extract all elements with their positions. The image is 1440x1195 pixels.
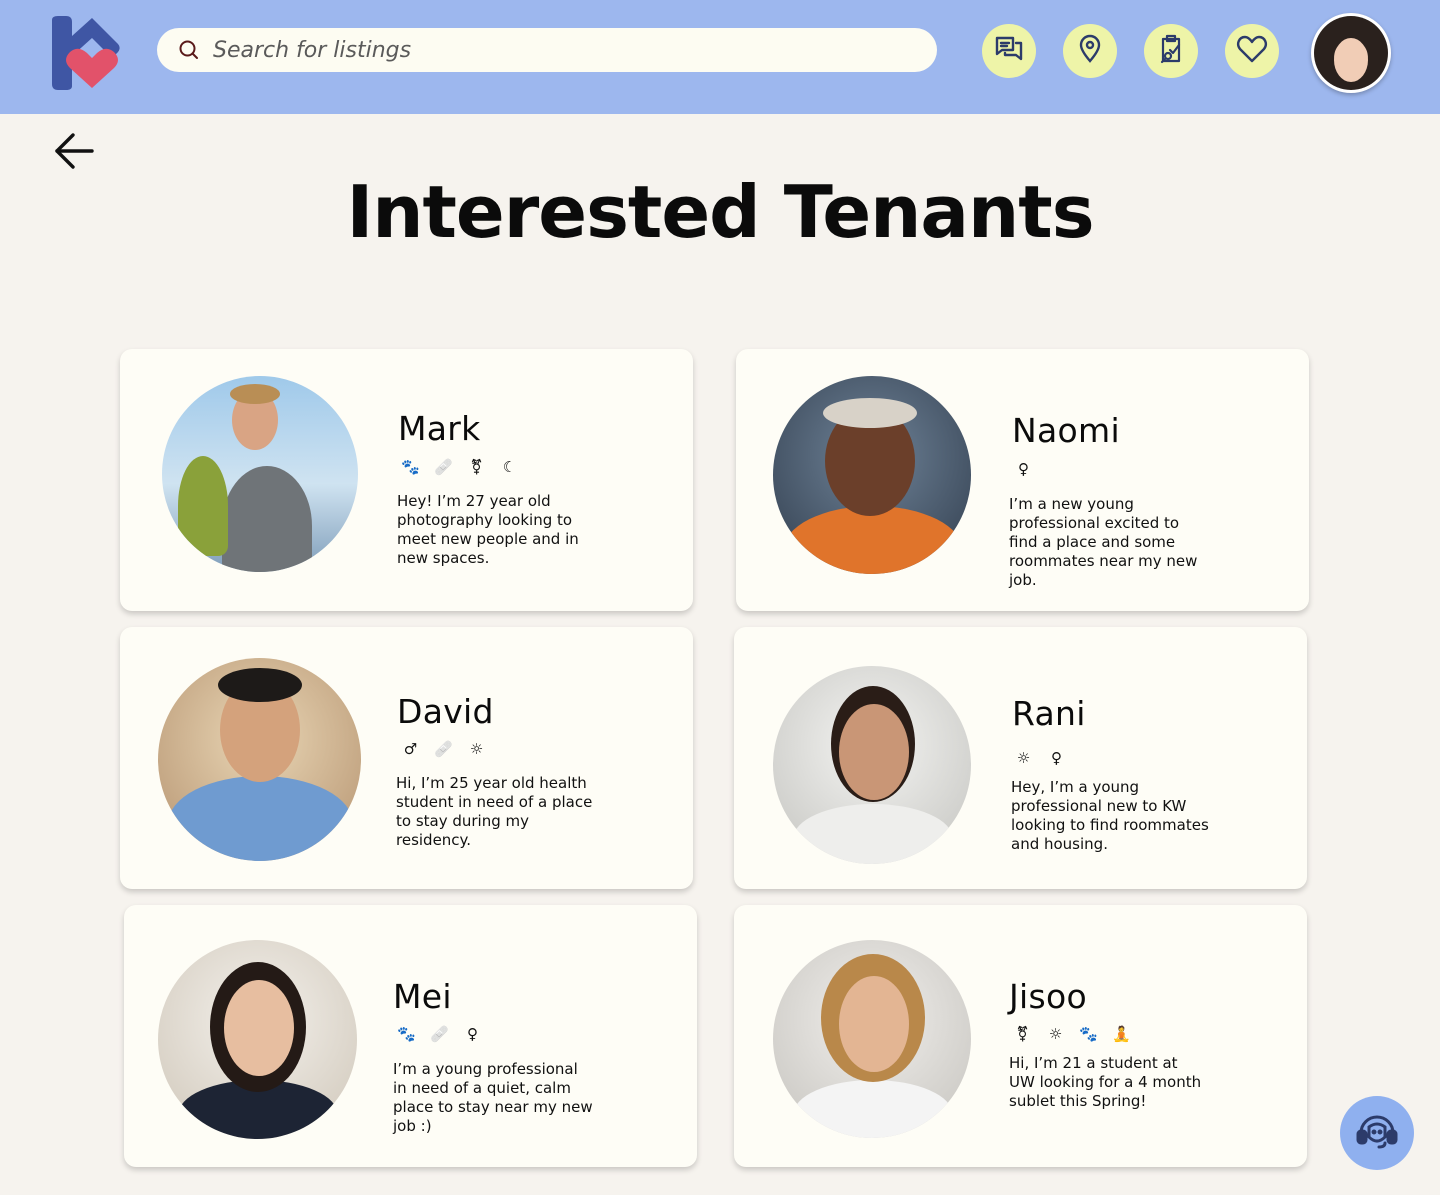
person-meditating-icon: 🧘 bbox=[1112, 1024, 1131, 1043]
tenant-name: David bbox=[397, 692, 494, 731]
tenant-photo bbox=[773, 666, 971, 864]
search-input[interactable] bbox=[213, 37, 893, 63]
user-avatar[interactable] bbox=[1311, 13, 1391, 93]
sun-icon: ☼ bbox=[1016, 748, 1031, 767]
trait-icons: ⚧ ☼ 🐾 🧘 bbox=[1013, 1024, 1131, 1044]
female-icon: ♀ bbox=[1018, 459, 1029, 478]
tenant-card-mark[interactable]: Mark 🐾 🩹 ⚧ ☾ Hey! I’m 27 year old photog… bbox=[120, 349, 693, 611]
tenant-photo bbox=[158, 658, 361, 861]
tenant-bio: I’m a new young professional excited to … bbox=[1009, 495, 1198, 589]
sun-icon: ☼ bbox=[1048, 1024, 1063, 1043]
trait-icons: 🐾 🩹 ♀ bbox=[397, 1024, 482, 1044]
tenant-card-rani[interactable]: Rani ☼ ♀ Hey, I’m a young professional n… bbox=[734, 627, 1307, 889]
paw-icon: 🐾 bbox=[397, 1024, 416, 1043]
female-icon: ♀ bbox=[1051, 748, 1062, 767]
favorites-button[interactable] bbox=[1225, 24, 1279, 78]
profile-photo bbox=[1314, 16, 1388, 90]
paw-icon: 🐾 bbox=[401, 457, 420, 476]
page-title: Interested Tenants bbox=[346, 170, 1094, 254]
transgender-icon: ⚧ bbox=[1016, 1024, 1029, 1043]
paw-icon: 🐾 bbox=[1079, 1024, 1098, 1043]
bandage-icon: 🩹 bbox=[430, 1024, 449, 1043]
tenant-card-david[interactable]: David ♂ 🩹 ☼ Hi, I’m 25 year old health s… bbox=[120, 627, 693, 889]
trait-icons: ♀ bbox=[1014, 459, 1033, 479]
tenant-photo bbox=[162, 376, 358, 572]
search-icon bbox=[177, 38, 201, 62]
tenant-photo bbox=[773, 376, 971, 574]
applications-button[interactable] bbox=[1144, 24, 1198, 78]
tenant-bio: Hi, I’m 25 year old health student in ne… bbox=[396, 774, 593, 849]
moon-icon: ☾ bbox=[502, 457, 517, 476]
trait-icons: 🐾 🩹 ⚧ ☾ bbox=[401, 457, 519, 477]
male-icon: ♂ bbox=[403, 739, 418, 758]
tenant-bio: Hey, I’m a young professional new to KW … bbox=[1011, 778, 1209, 853]
trait-icons: ♂ 🩹 ☼ bbox=[401, 739, 486, 759]
arrow-left-icon bbox=[52, 131, 96, 175]
heart-icon bbox=[1236, 34, 1268, 68]
bandage-icon: 🩹 bbox=[434, 457, 453, 476]
map-button[interactable] bbox=[1063, 24, 1117, 78]
tenant-name: Jisoo bbox=[1009, 977, 1087, 1016]
transgender-icon: ⚧ bbox=[470, 457, 483, 476]
chat-icon bbox=[993, 33, 1025, 69]
tenant-photo bbox=[158, 940, 357, 1139]
female-icon: ♀ bbox=[467, 1024, 478, 1043]
tenant-card-jisoo[interactable]: Jisoo ⚧ ☼ 🐾 🧘 Hi, I’m 21 a student at UW… bbox=[734, 905, 1307, 1167]
bandage-icon: 🩹 bbox=[434, 739, 453, 758]
top-nav-bar bbox=[0, 0, 1440, 114]
tenant-bio: I’m a young professional in need of a qu… bbox=[393, 1060, 593, 1135]
tenant-card-naomi[interactable]: Naomi ♀ I’m a new young professional exc… bbox=[736, 349, 1309, 611]
tenant-bio: Hey! I’m 27 year old photography looking… bbox=[397, 492, 579, 567]
clipboard-search-icon bbox=[1155, 33, 1187, 69]
tenant-bio: Hi, I’m 21 a student at UW looking for a… bbox=[1009, 1054, 1202, 1110]
tenant-name: Mark bbox=[398, 409, 481, 448]
support-chat-button[interactable] bbox=[1340, 1096, 1414, 1170]
tenant-card-mei[interactable]: Mei 🐾 🩹 ♀ I’m a young professional in ne… bbox=[124, 905, 697, 1167]
tenant-name: Naomi bbox=[1012, 411, 1120, 450]
search-bar[interactable] bbox=[157, 28, 937, 72]
tenant-photo bbox=[773, 940, 971, 1138]
tenant-name: Rani bbox=[1012, 694, 1086, 733]
headset-support-icon bbox=[1355, 1111, 1399, 1155]
trait-icons: ☼ ♀ bbox=[1014, 748, 1066, 768]
sun-icon: ☼ bbox=[469, 739, 484, 758]
messages-button[interactable] bbox=[982, 24, 1036, 78]
location-pin-icon bbox=[1075, 34, 1105, 68]
tenant-name: Mei bbox=[393, 977, 452, 1016]
app-logo[interactable] bbox=[46, 14, 122, 90]
